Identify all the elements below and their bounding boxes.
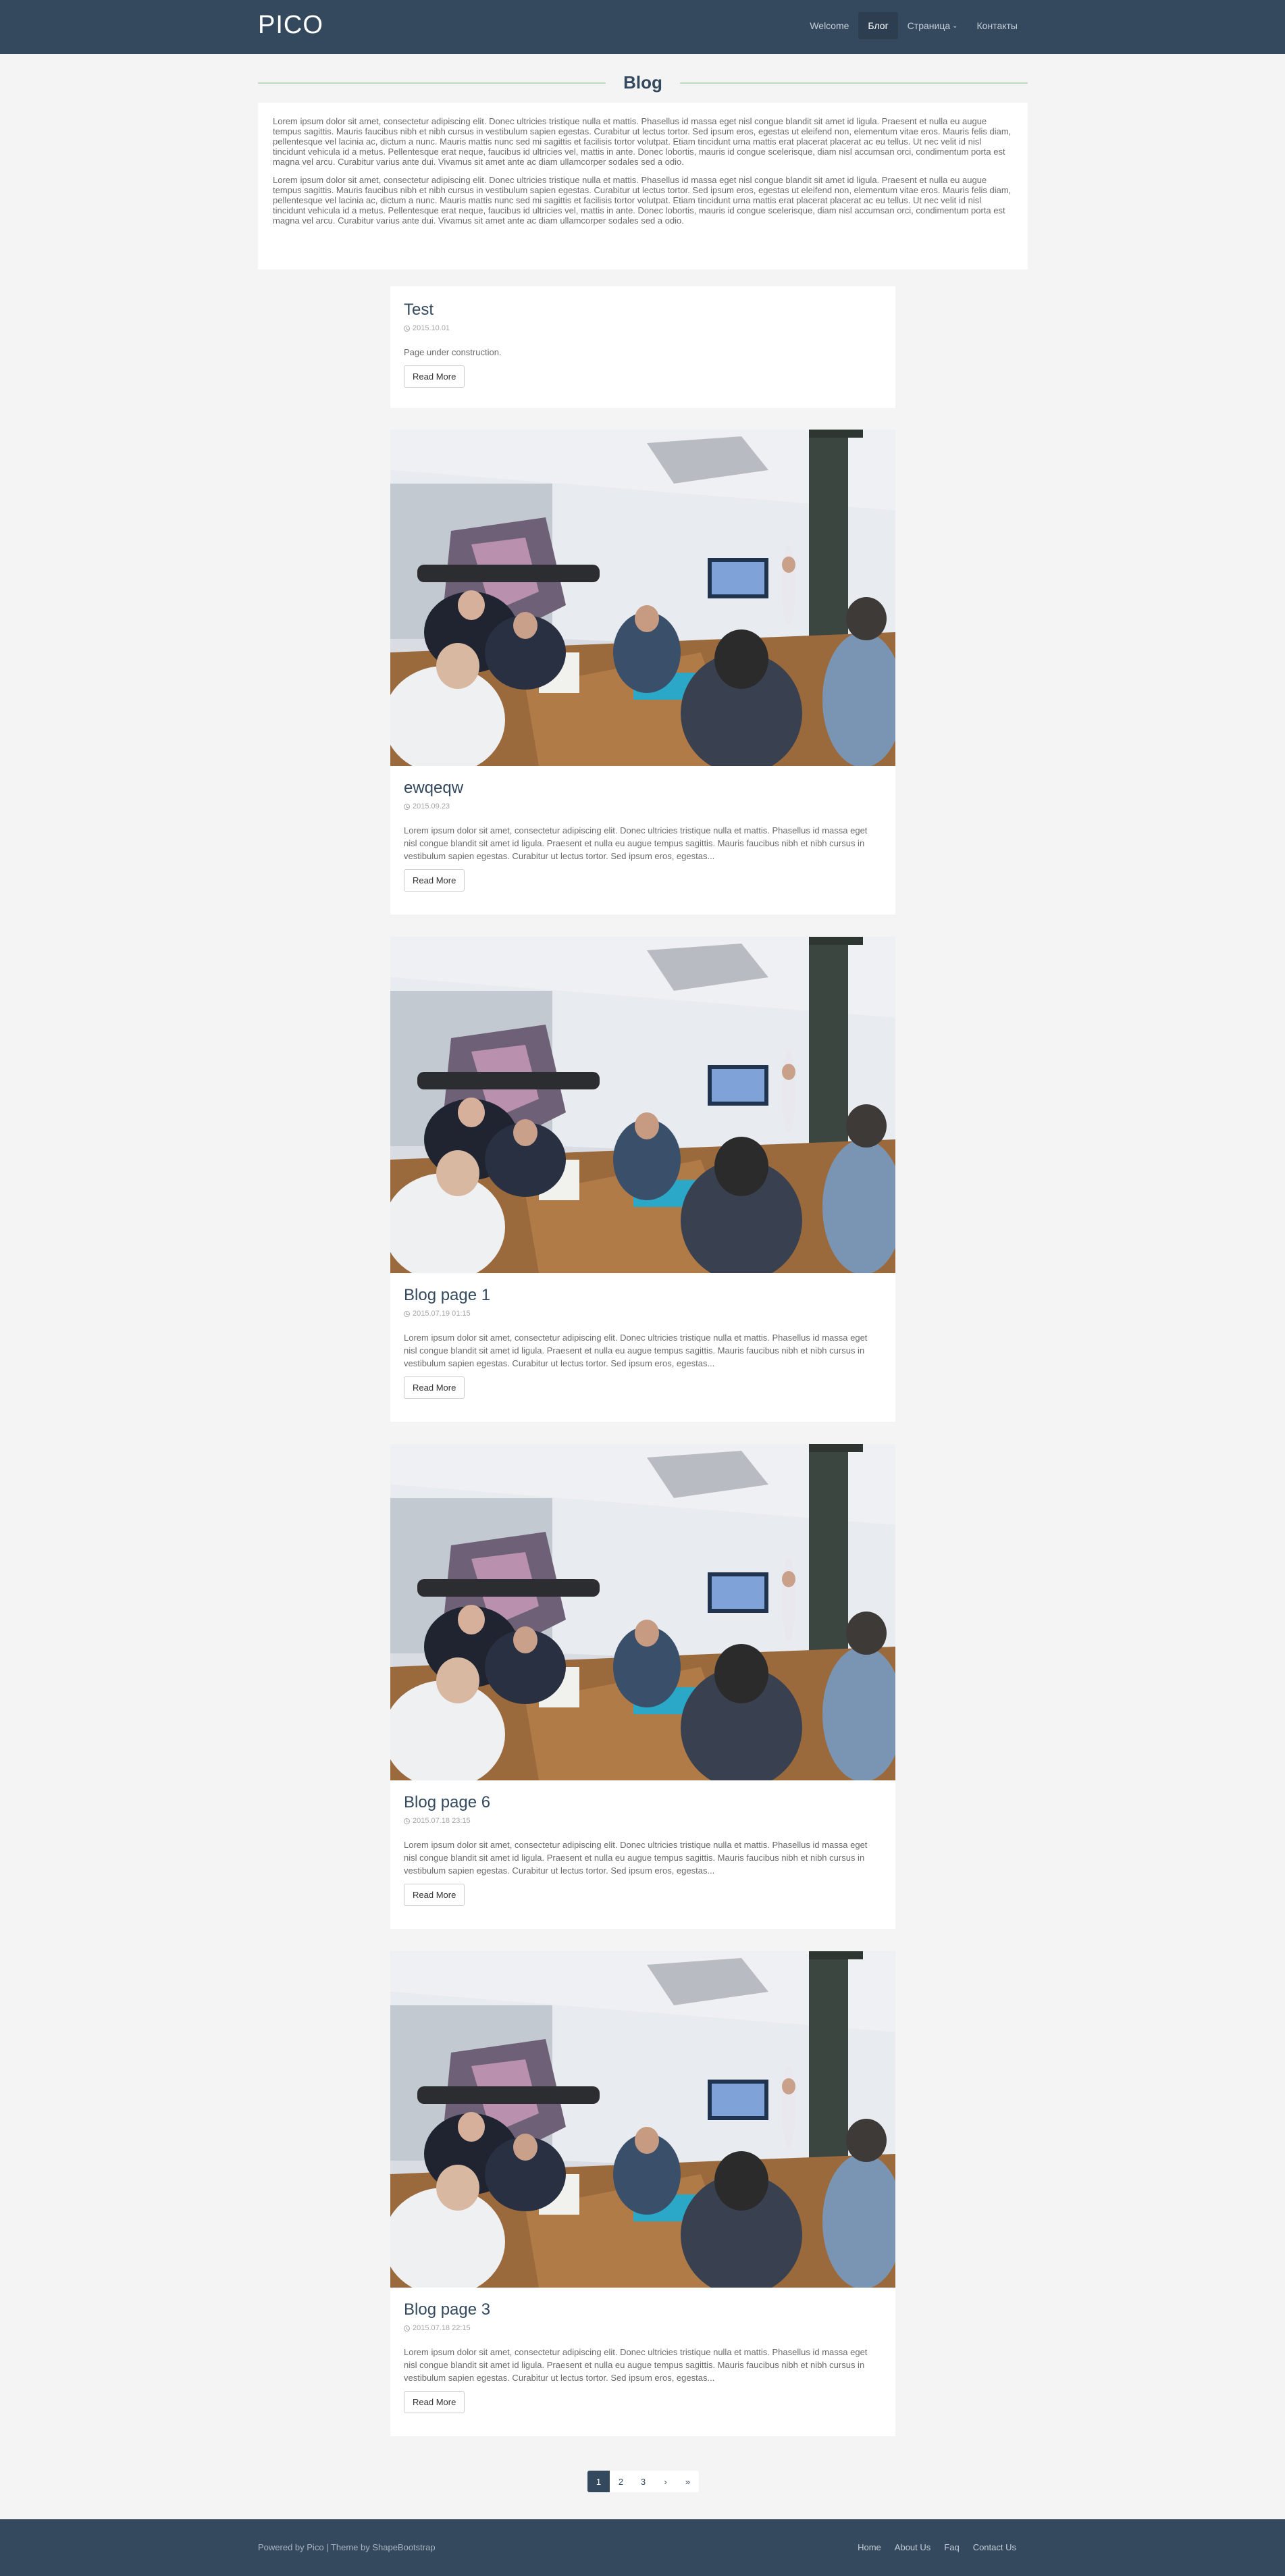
- site-logo[interactable]: PICO: [258, 11, 323, 40]
- post-title[interactable]: ewqeqw: [404, 778, 882, 798]
- post-excerpt: Lorem ipsum dolor sit amet, consectetur …: [404, 1333, 868, 1368]
- last-page-button[interactable]: »: [677, 2471, 699, 2492]
- top-navbar: PICO Welcome Блог Страница ⌄ Контакты: [0, 0, 1285, 54]
- read-more-button[interactable]: Read More: [404, 1884, 465, 1906]
- post-date: 2015.07.18 23:15: [404, 1817, 882, 1825]
- next-page-button[interactable]: ›: [654, 2471, 677, 2492]
- post-date-text: 2015.10.01: [413, 324, 450, 332]
- nav-item-pages-label: Страница: [907, 20, 951, 31]
- section-title: Blog: [258, 68, 1028, 97]
- post-date: 2015.07.19 01:15: [404, 1310, 882, 1318]
- read-more-button[interactable]: Read More: [404, 365, 465, 388]
- post-excerpt: Lorem ipsum dolor sit amet, consectetur …: [404, 2347, 868, 2383]
- intro-paragraph: Lorem ipsum dolor sit amet, consectetur …: [273, 175, 1012, 226]
- nav-item-contacts[interactable]: Контакты: [968, 12, 1027, 39]
- page-3-button[interactable]: 3: [632, 2471, 654, 2492]
- nav-item-blog[interactable]: Блог: [858, 12, 898, 39]
- post-date-text: 2015.09.23: [413, 802, 450, 810]
- post-date: 2015.07.18 22:15: [404, 2324, 882, 2332]
- post-card: Blog page 3 2015.07.18 22:15 Lorem ipsum…: [390, 1951, 895, 2436]
- post-date: 2015.09.23: [404, 802, 882, 810]
- post-card: ewqeqw 2015.09.23 Lorem ipsum dolor sit …: [390, 430, 895, 915]
- read-more-button[interactable]: Read More: [404, 869, 465, 892]
- clock-icon: [404, 1818, 410, 1824]
- post-date: 2015.10.01: [404, 324, 882, 332]
- footer-link-faq[interactable]: Faq: [944, 2542, 959, 2552]
- footer-links: Home About Us Faq Contact Us: [858, 2542, 1016, 2552]
- footer: Powered by Pico | Theme by ShapeBootstra…: [0, 2519, 1285, 2576]
- main-nav: Welcome Блог Страница ⌄ Контакты: [800, 12, 1027, 39]
- post-excerpt: Page under construction.: [404, 347, 502, 357]
- page-1-button[interactable]: 1: [587, 2471, 610, 2492]
- post-image[interactable]: [390, 937, 895, 1273]
- post-title[interactable]: Blog page 6: [404, 1793, 882, 1813]
- post-title[interactable]: Blog page 3: [404, 2300, 882, 2320]
- page-title: Blog: [623, 72, 662, 93]
- title-rule-right: [680, 82, 1028, 84]
- post-date-text: 2015.07.18 23:15: [413, 1817, 471, 1825]
- footer-link-home[interactable]: Home: [858, 2542, 881, 2552]
- post-excerpt: Lorem ipsum dolor sit amet, consectetur …: [404, 1840, 868, 1876]
- post-image[interactable]: [390, 1951, 895, 2288]
- clock-icon: [404, 2325, 410, 2332]
- footer-link-about[interactable]: About Us: [895, 2542, 930, 2552]
- chevron-down-icon: ⌄: [952, 22, 958, 30]
- page-2-button[interactable]: 2: [610, 2471, 632, 2492]
- title-rule-left: [258, 82, 606, 84]
- clock-icon: [404, 803, 410, 810]
- post-date-text: 2015.07.19 01:15: [413, 1310, 471, 1318]
- pagination: 1 2 3 › »: [587, 2471, 699, 2492]
- post-image[interactable]: [390, 1444, 895, 1780]
- intro-paragraph: Lorem ipsum dolor sit amet, consectetur …: [273, 116, 1012, 167]
- post-title[interactable]: Test: [404, 300, 882, 320]
- post-card: Blog page 6 2015.07.18 23:15 Lorem ipsum…: [390, 1444, 895, 1929]
- post-card: Blog page 1 2015.07.19 01:15 Lorem ipsum…: [390, 937, 895, 1422]
- read-more-button[interactable]: Read More: [404, 1376, 465, 1399]
- clock-icon: [404, 1310, 410, 1317]
- clock-icon: [404, 325, 410, 332]
- post-date-text: 2015.07.18 22:15: [413, 2324, 471, 2332]
- post-image[interactable]: [390, 430, 895, 766]
- post-excerpt: Lorem ipsum dolor sit amet, consectetur …: [404, 825, 868, 861]
- intro-panel: Lorem ipsum dolor sit amet, consectetur …: [258, 103, 1028, 269]
- nav-item-welcome[interactable]: Welcome: [800, 12, 858, 39]
- read-more-button[interactable]: Read More: [404, 2391, 465, 2413]
- footer-link-contact[interactable]: Contact Us: [973, 2542, 1016, 2552]
- post-title[interactable]: Blog page 1: [404, 1285, 882, 1306]
- footer-credit: Powered by Pico | Theme by ShapeBootstra…: [258, 2542, 436, 2552]
- post-card: Test 2015.10.01 Page under construction.…: [390, 286, 895, 408]
- nav-item-pages-dropdown[interactable]: Страница ⌄: [898, 12, 968, 39]
